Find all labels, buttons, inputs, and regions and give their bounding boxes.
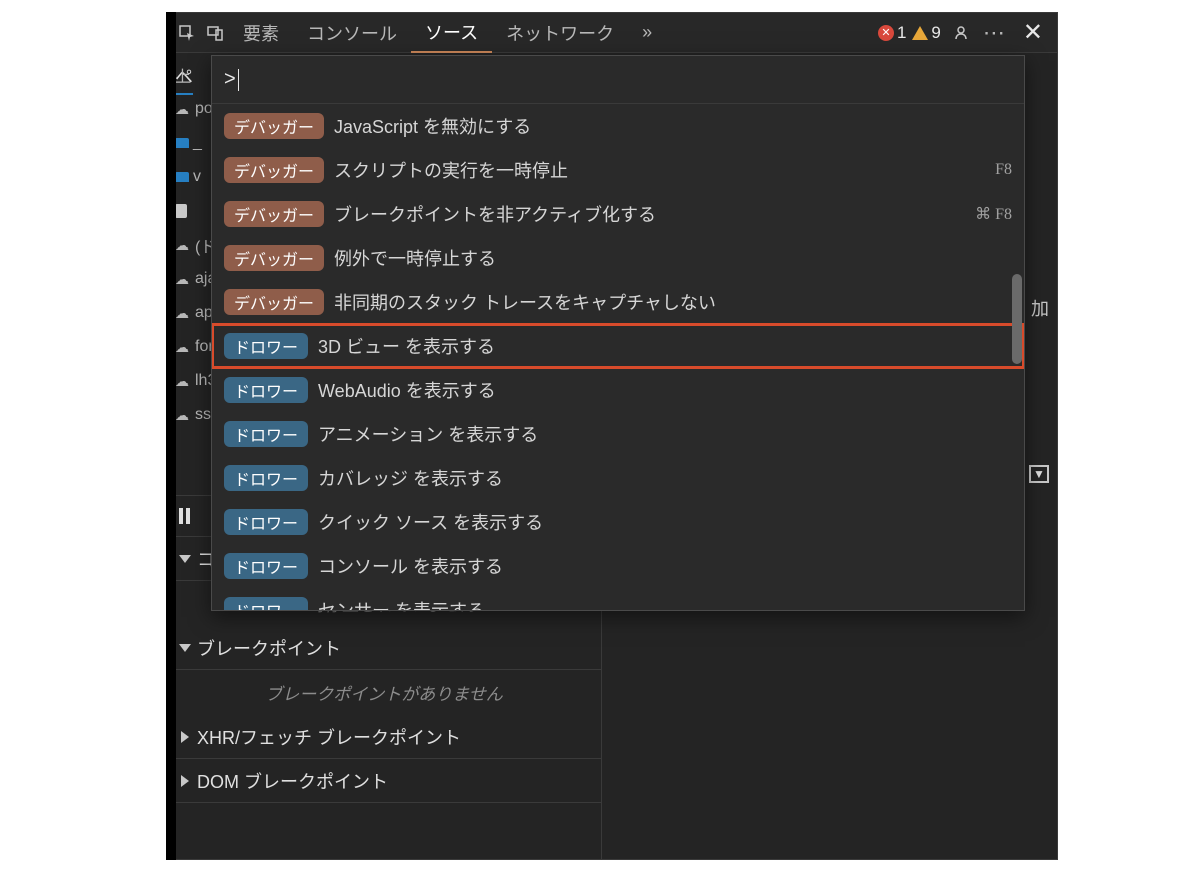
palette-row[interactable]: ドロワー 3D ビュー を表示する: [212, 324, 1024, 368]
tab-console[interactable]: コンソール: [293, 13, 411, 53]
palette-row-label: JavaScript を無効にする: [334, 113, 531, 139]
palette-row-label: センサー を表示する: [318, 597, 485, 611]
breakpoints-empty: ブレークポイントがありません: [167, 670, 601, 715]
palette-category-badge: デバッガー: [224, 113, 324, 139]
palette-row[interactable]: ドロワーセンサー を表示する: [212, 588, 1024, 611]
palette-row-label: 3D ビュー を表示する: [318, 333, 495, 359]
palette-category-badge: デバッガー: [224, 157, 324, 183]
palette-row[interactable]: デバッガーブレークポイントを非アクティブ化する ⌘ F8: [212, 192, 1024, 236]
palette-row-label: カバレッジ を表示する: [318, 465, 503, 491]
palette-category-badge: ドロワー: [224, 553, 308, 579]
palette-row[interactable]: デバッガー非同期のスタック トレースをキャプチャしない: [212, 280, 1024, 324]
section-breakpoints[interactable]: ブレークポイント: [167, 626, 601, 670]
palette-category-badge: ドロワー: [224, 509, 308, 535]
palette-row-label: スクリプトの実行を一時停止: [334, 157, 568, 183]
palette-shortcut: ⌘ F8: [975, 204, 1012, 224]
tab-elements[interactable]: 要素: [229, 13, 293, 53]
palette-row[interactable]: ドロワークイック ソース を表示する: [212, 500, 1024, 544]
window-edge: [166, 12, 176, 860]
right-peek: 加 ▼: [1023, 55, 1057, 611]
tabbar: 要素 コンソール ソース ネットワーク » ✕ 1 9 ⋯ ✕: [167, 13, 1057, 53]
palette-prompt: >: [224, 68, 236, 91]
palette-row-label: クイック ソース を表示する: [318, 509, 543, 535]
close-icon[interactable]: ✕: [1015, 18, 1051, 47]
palette-row[interactable]: デバッガー JavaScript を無効にする: [212, 104, 1024, 148]
pause-icon[interactable]: [179, 508, 190, 524]
tab-sources[interactable]: ソース: [411, 13, 492, 53]
error-count: 1: [897, 23, 906, 43]
folder-icon: [175, 138, 189, 148]
palette-shortcut: F8: [995, 161, 1012, 179]
section-dom-breakpoints[interactable]: DOM ブレークポイント: [167, 759, 601, 803]
status-errors[interactable]: ✕ 1: [878, 23, 906, 43]
palette-row-label: WebAudio を表示する: [318, 377, 496, 403]
palette-row[interactable]: ドロワー WebAudio を表示する: [212, 368, 1024, 412]
chevron-down-icon: [179, 644, 191, 652]
dropdown-icon[interactable]: ▼: [1029, 465, 1049, 483]
section-label: DOM ブレークポイント: [197, 768, 388, 794]
palette-category-badge: ドロワー: [224, 421, 308, 447]
palette-row-label: コンソール を表示する: [318, 553, 503, 579]
palette-input[interactable]: >: [212, 56, 1024, 104]
palette-row[interactable]: デバッガースクリプトの実行を一時停止 F8: [212, 148, 1024, 192]
inspect-icon[interactable]: [173, 19, 201, 47]
palette-category-badge: デバッガー: [224, 201, 324, 227]
status-warnings[interactable]: 9: [912, 23, 940, 43]
palette-row[interactable]: ドロワーアニメーション を表示する: [212, 412, 1024, 456]
folder-icon: [175, 172, 189, 182]
error-icon: ✕: [878, 25, 894, 41]
section-label: ブレークポイント: [197, 635, 341, 661]
palette-row[interactable]: ドロワーカバレッジ を表示する: [212, 456, 1024, 500]
settings-icon[interactable]: [947, 19, 975, 47]
caret: [238, 69, 239, 91]
tab-more[interactable]: »: [628, 13, 666, 53]
palette-row-label: 非同期のスタック トレースをキャプチャしない: [334, 289, 716, 315]
palette-category-badge: ドロワー: [224, 465, 308, 491]
palette-row[interactable]: ドロワーコンソール を表示する: [212, 544, 1024, 588]
scrollbar-thumb[interactable]: [1012, 274, 1022, 364]
palette-list: デバッガーJavaScript を無効にするデバッガースクリプトの実行を一時停止…: [212, 104, 1024, 611]
chevron-down-icon: [179, 555, 191, 563]
warning-icon: [912, 26, 928, 40]
device-toggle-icon[interactable]: [201, 19, 229, 47]
palette-row-label: アニメーション を表示する: [318, 421, 538, 447]
palette-row-label: 例外で一時停止する: [334, 245, 496, 271]
tab-network[interactable]: ネットワーク: [492, 13, 628, 53]
command-palette: > デバッガーJavaScript を無効にするデバッガースクリプトの実行を一時…: [211, 55, 1025, 611]
devtools-frame: 要素 コンソール ソース ネットワーク » ✕ 1 9 ⋯ ✕ ペ 上 pol …: [166, 12, 1058, 860]
right-peek-text: 加: [1031, 295, 1049, 321]
palette-category-badge: ドロワー: [224, 377, 308, 403]
section-xhr-breakpoints[interactable]: XHR/フェッチ ブレークポイント: [167, 715, 601, 759]
palette-category-badge: デバッガー: [224, 289, 324, 315]
file-icon: [175, 204, 187, 218]
palette-category-badge: デバッガー: [224, 245, 324, 271]
chevron-right-icon: [181, 775, 189, 787]
palette-category-badge: ドロワー: [224, 333, 308, 359]
warning-count: 9: [931, 23, 940, 43]
more-menu-icon[interactable]: ⋯: [975, 20, 1015, 46]
chevron-right-icon: [181, 731, 189, 743]
section-label: XHR/フェッチ ブレークポイント: [197, 724, 461, 750]
palette-row-label: ブレークポイントを非アクティブ化する: [334, 201, 656, 227]
palette-row[interactable]: デバッガー例外で一時停止する: [212, 236, 1024, 280]
palette-category-badge: ドロワー: [224, 597, 308, 611]
